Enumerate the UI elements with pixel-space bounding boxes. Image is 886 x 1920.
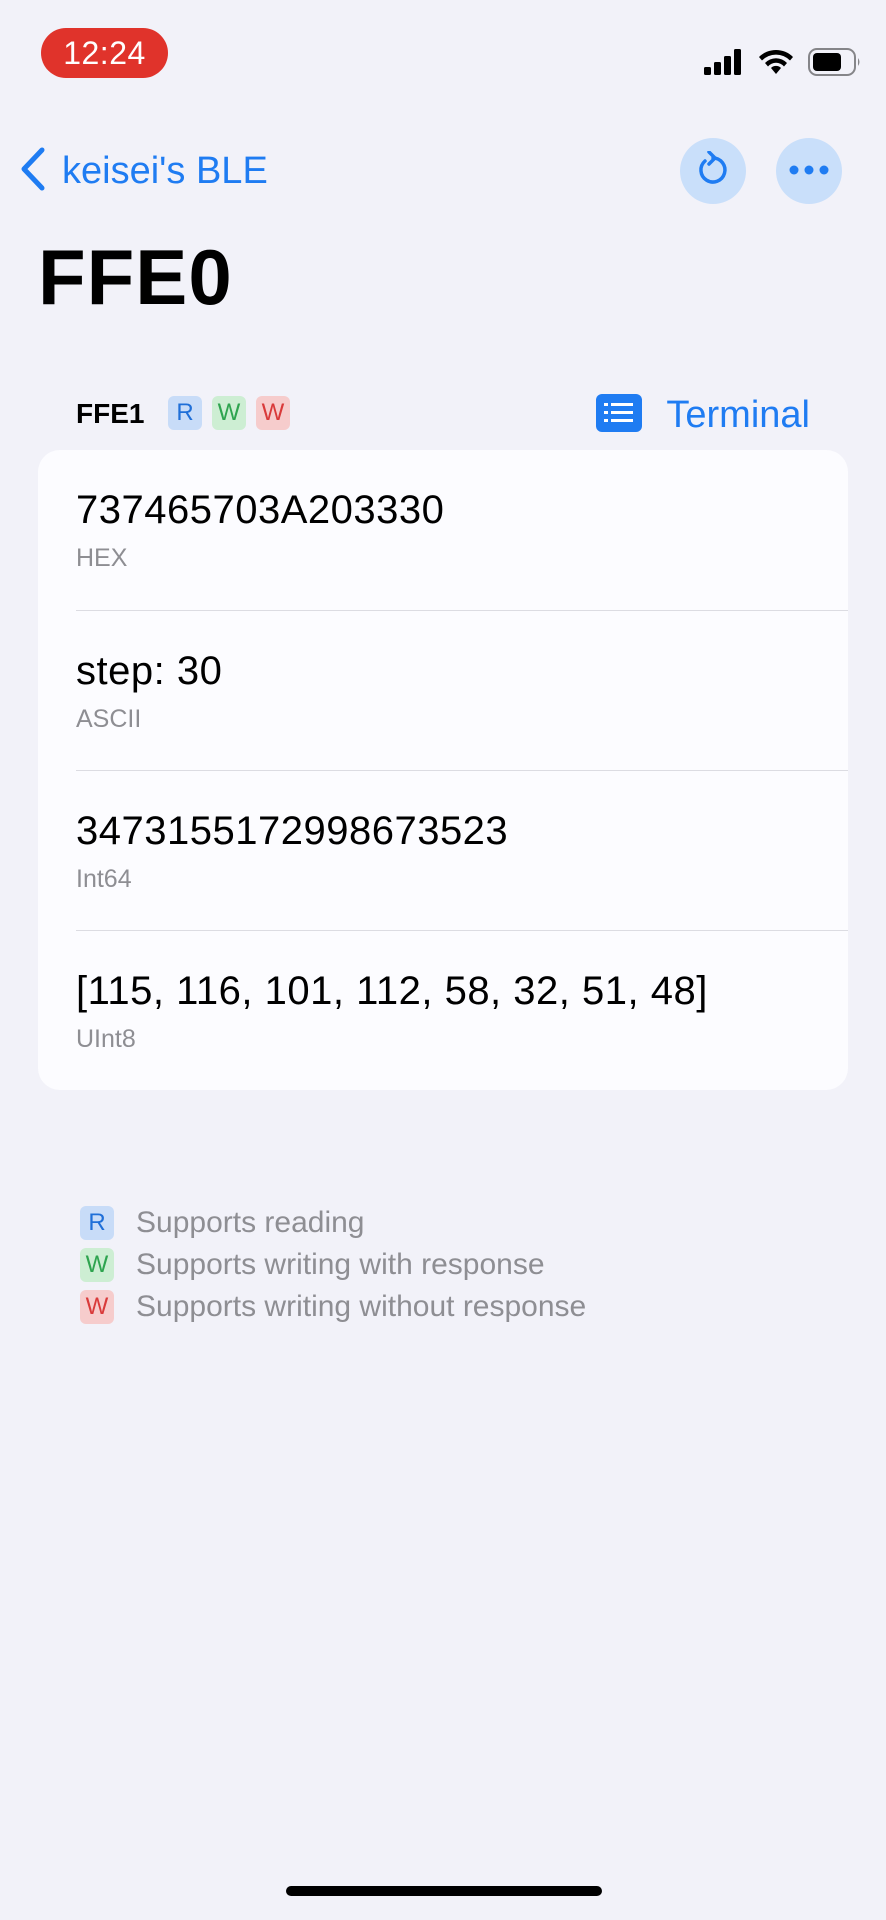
- value-format-label: UInt8: [76, 1025, 136, 1053]
- value-row-hex[interactable]: 737465703A203330 HEX: [76, 450, 848, 610]
- terminal-button[interactable]: Terminal: [596, 390, 810, 440]
- page-title: FFE0: [38, 233, 233, 321]
- value-row-ascii[interactable]: step: 30 ASCII: [76, 610, 848, 771]
- characteristic-header: FFE1 R W W Terminal: [76, 386, 810, 440]
- back-button[interactable]: keisei's BLE: [18, 146, 268, 196]
- value-row-int64[interactable]: 3473155172998673523 Int64: [76, 770, 848, 931]
- navigation-bar: keisei's BLE: [0, 130, 886, 210]
- wifi-icon: [758, 48, 794, 81]
- write-badge: W: [80, 1248, 114, 1282]
- refresh-button[interactable]: [680, 138, 746, 204]
- status-icons: [704, 48, 862, 81]
- refresh-icon: [696, 149, 730, 192]
- terminal-label: Terminal: [666, 393, 810, 436]
- legend-text: Supports reading: [136, 1206, 365, 1239]
- read-badge: R: [168, 396, 202, 430]
- write-badge: W: [212, 396, 246, 430]
- property-legend: R Supports reading W Supports writing wi…: [80, 1202, 586, 1328]
- legend-text: Supports writing with response: [136, 1248, 545, 1281]
- legend-item-write-no-response: W Supports writing without response: [80, 1286, 586, 1328]
- value-text: 3473155172998673523: [76, 809, 509, 853]
- value-text: step: 30: [76, 649, 223, 693]
- value-card: 737465703A203330 HEX step: 30 ASCII 3473…: [38, 450, 848, 1090]
- write-no-response-badge: W: [80, 1290, 114, 1324]
- legend-item-write: W Supports writing with response: [80, 1244, 586, 1286]
- battery-icon: [808, 48, 862, 81]
- legend-item-read: R Supports reading: [80, 1202, 586, 1244]
- value-text: 737465703A203330: [76, 488, 445, 532]
- more-button[interactable]: [776, 138, 842, 204]
- cellular-signal-icon: [704, 49, 744, 80]
- value-format-label: HEX: [76, 544, 128, 572]
- write-no-response-badge: W: [256, 396, 290, 430]
- legend-text: Supports writing without response: [136, 1290, 587, 1323]
- value-format-label: ASCII: [76, 705, 142, 733]
- value-format-label: Int64: [76, 865, 132, 893]
- ellipsis-icon: [789, 162, 829, 180]
- chevron-left-icon: [18, 146, 48, 197]
- read-badge: R: [80, 1206, 114, 1240]
- home-indicator[interactable]: [286, 1886, 602, 1896]
- back-label: keisei's BLE: [62, 149, 268, 192]
- value-text: [115, 116, 101, 112, 58, 32, 51, 48]: [76, 969, 708, 1013]
- status-bar: 12:24: [0, 0, 886, 110]
- property-badges: R W W: [168, 396, 290, 430]
- value-row-uint8[interactable]: [115, 116, 101, 112, 58, 32, 51, 48] UIn…: [76, 930, 848, 1090]
- status-time: 12:24: [41, 28, 168, 78]
- characteristic-name: FFE1: [76, 398, 145, 429]
- terminal-list-icon: [596, 393, 643, 437]
